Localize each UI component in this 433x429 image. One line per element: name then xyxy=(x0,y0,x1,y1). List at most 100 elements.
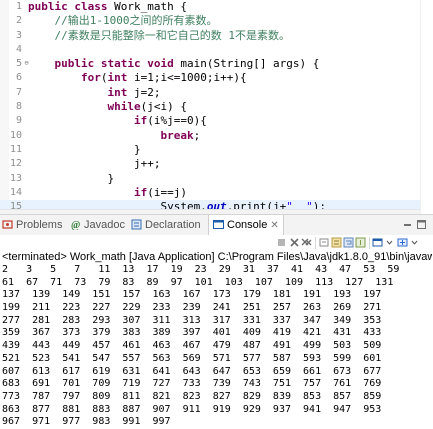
line-number: 10 xyxy=(9,129,22,141)
code-line[interactable]: 7 int j=2; xyxy=(0,86,433,100)
code-token: if xyxy=(133,114,148,128)
bottom-panel-tabs: Problems @ Javadoc Declaration Console ✕ xyxy=(0,214,433,236)
tab-declaration[interactable]: Declaration xyxy=(131,215,201,235)
code-token: ; xyxy=(193,128,201,142)
code-text: int j=2; xyxy=(28,86,160,100)
code-line[interactable]: 6 for(int i=1;i<=1000;i++){ xyxy=(0,71,433,85)
code-token: static xyxy=(100,57,148,71)
open-console-icon[interactable] xyxy=(397,237,408,248)
word-wrap-icon[interactable] xyxy=(343,237,354,248)
tab-problems[interactable]: Problems xyxy=(2,215,62,235)
remove-all-icon[interactable] xyxy=(301,237,312,248)
code-token: for xyxy=(80,71,101,85)
line-number: 8 xyxy=(15,101,22,113)
pin-console-icon[interactable] xyxy=(355,237,366,248)
console-output[interactable]: 2 3 5 7 11 13 17 19 23 29 31 37 41 43 47… xyxy=(2,264,433,429)
line-number: 11 xyxy=(9,143,22,155)
code-token: int xyxy=(107,85,134,99)
code-token: int xyxy=(107,71,134,85)
close-icon[interactable]: ✕ xyxy=(270,220,278,231)
tab-label-problems: Problems xyxy=(16,219,63,231)
code-token: } xyxy=(28,171,115,185)
code-token: while xyxy=(107,100,141,114)
code-token: break xyxy=(160,128,194,142)
scroll-lock-icon[interactable] xyxy=(331,237,342,248)
console-output-line: 607 613 617 619 631 641 643 647 653 659 … xyxy=(2,365,382,377)
problems-icon xyxy=(2,217,13,229)
code-line[interactable]: 2 //输出1-1000之间的所有素数。 xyxy=(0,14,433,28)
svg-text:@: @ xyxy=(71,220,80,230)
code-line[interactable]: 1 public class Work_math { xyxy=(0,0,433,14)
console-output-line: 2 3 5 7 11 13 17 19 23 29 31 37 41 43 47… xyxy=(2,264,400,275)
chevron-down-icon[interactable] xyxy=(409,237,420,248)
minimize-icon[interactable] xyxy=(402,219,413,230)
console-toolbar xyxy=(0,235,433,251)
code-text: //素数是只能整除一和它自己的数 1不是素数。 xyxy=(28,29,290,43)
code-text: j++; xyxy=(28,157,161,171)
code-token: } xyxy=(28,142,141,156)
console-output-line: 439 443 449 457 461 463 467 479 487 491 … xyxy=(2,340,382,352)
tab-javadoc[interactable]: @ Javadoc xyxy=(70,215,125,235)
toolbar-separator xyxy=(315,237,316,249)
line-number: 7 xyxy=(15,86,22,98)
console-icon xyxy=(213,217,224,229)
code-token: Work_math { xyxy=(114,0,187,13)
console-output-line: 199 211 223 227 229 233 239 241 251 257 … xyxy=(2,302,382,314)
code-lines[interactable]: 1 public class Work_math {2 //输出1-1000之间的… xyxy=(0,0,433,214)
code-text: for(int i=1;i<=1000;i++){ xyxy=(28,71,247,85)
code-text: break; xyxy=(28,129,200,143)
console-output-line: 683 691 701 709 719 727 733 739 743 751 … xyxy=(2,378,382,390)
editor-vertical-scrollbar[interactable] xyxy=(420,0,433,214)
code-line[interactable]: 3 //素数是只能整除一和它自己的数 1不是素数。 xyxy=(0,29,433,43)
display-console-icon[interactable] xyxy=(372,237,383,248)
tab-console[interactable]: Console ✕ xyxy=(208,215,284,235)
clear-console-icon[interactable] xyxy=(319,237,330,248)
code-text: if(i%j==0){ xyxy=(28,114,207,128)
code-token: j++; xyxy=(28,157,161,171)
line-number: 5 xyxy=(15,58,22,70)
line-number: 9 xyxy=(15,115,22,127)
line-number: 12 xyxy=(9,158,22,170)
code-token: j=2; xyxy=(133,85,161,99)
code-token: public xyxy=(54,57,101,71)
code-text: public class Work_math { xyxy=(28,0,187,14)
stop-icon[interactable] xyxy=(276,237,287,248)
code-text: } xyxy=(28,143,141,157)
code-line[interactable]: 4 xyxy=(0,43,433,57)
console-output-line: 967 971 977 983 991 997 xyxy=(2,416,171,428)
code-token: class xyxy=(74,0,115,13)
code-line[interactable]: 14 if(i==j) xyxy=(0,186,433,200)
code-line[interactable]: 8 while(j<i) { xyxy=(0,100,433,114)
code-text: if(i==j) xyxy=(28,186,187,200)
line-number: 6 xyxy=(15,72,22,84)
code-line[interactable]: 11 } xyxy=(0,143,433,157)
code-line[interactable]: 13 } xyxy=(0,172,433,186)
code-token: (i==j) xyxy=(147,185,187,199)
console-output-line: 277 281 283 293 307 311 313 317 331 337 … xyxy=(2,314,382,326)
code-token: //素数是只能整除一和它自己的数 1不是素数。 xyxy=(28,28,290,42)
toolbar-separator xyxy=(369,237,370,249)
chevron-down-icon[interactable] xyxy=(384,237,395,248)
code-token: //输出1-1000之间的所有素数。 xyxy=(28,14,218,28)
maximize-icon[interactable] xyxy=(416,219,427,230)
code-line[interactable]: 9 if(i%j==0){ xyxy=(0,114,433,128)
console-output-line: 773 787 797 809 811 821 823 827 829 839 … xyxy=(2,390,382,402)
code-line[interactable]: 12 j++; xyxy=(0,157,433,171)
line-number: 1 xyxy=(15,1,22,12)
code-editor[interactable]: 1 public class Work_math {2 //输出1-1000之间的… xyxy=(0,0,433,214)
console-output-line: 61 67 71 73 79 83 89 97 101 103 107 109 … xyxy=(2,276,394,288)
code-token: if xyxy=(133,185,148,199)
tab-label-declaration: Declaration xyxy=(145,219,201,231)
code-token: void xyxy=(147,57,181,71)
console-output-line: 359 367 373 379 383 389 397 401 409 419 … xyxy=(2,327,382,339)
code-line[interactable]: 10 break; xyxy=(0,129,433,143)
remove-launch-icon[interactable] xyxy=(289,237,300,248)
code-token: (j<i) { xyxy=(140,100,187,114)
tab-label-console: Console xyxy=(227,219,268,231)
code-text: //输出1-1000之间的所有素数。 xyxy=(28,14,217,28)
code-line[interactable]: 5 ⊖ public static void main(String[] args… xyxy=(0,57,433,71)
